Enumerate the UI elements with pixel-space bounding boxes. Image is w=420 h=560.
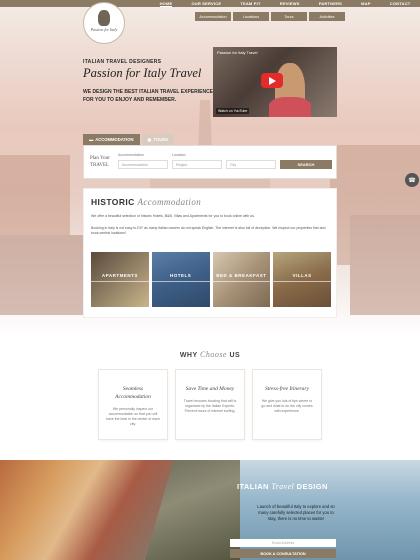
tile-divider: [151, 281, 210, 282]
nav-reviews[interactable]: REVIEWS: [280, 1, 300, 6]
logo-text: Passion for Italy: [90, 27, 118, 32]
hero-description: WE DESIGN THE BEST ITALIAN TRAVEL EXPERI…: [83, 89, 214, 103]
subnav-tours[interactable]: Tours: [271, 12, 307, 21]
feature-title: Seamless Accommodation: [115, 386, 151, 400]
email-input[interactable]: Email Address: [230, 539, 336, 547]
nav-team-pit[interactable]: TEAM PIT: [240, 1, 260, 6]
search-tabs: ▬ ACCOMMODATION ▣ TOURS: [83, 134, 175, 145]
tab-tours[interactable]: ▣ TOURS: [141, 134, 175, 145]
tile-apartments[interactable]: APARTMENTS: [91, 252, 149, 307]
historic-paragraph-1: We offer a beautiful selection of histor…: [91, 214, 255, 218]
subnav-locations[interactable]: Locations: [233, 12, 269, 21]
tile-villas-label: VILLAS: [292, 273, 312, 278]
historic-paragraph-2: Booking in Italy is not easy to DIY as m…: [91, 226, 326, 235]
book-consultation-button[interactable]: BOOK A CONSULTATION: [230, 549, 336, 558]
tile-hotels-label: HOTELS: [169, 273, 192, 278]
historic-title-script: Accommodation: [137, 197, 202, 207]
why-script: Choose: [199, 350, 227, 359]
tile-bnb-label: BED & BREAKFAST: [216, 273, 267, 278]
feature-desc: We personally inspect our accommodation …: [106, 407, 160, 426]
plan-your-travel: Plan Your TRAVEL: [90, 155, 110, 169]
tab-accommodation[interactable]: ▬ ACCOMMODATION: [83, 134, 140, 145]
nav-contact[interactable]: CONTACT: [390, 1, 411, 6]
tile-bed-and-breakfast[interactable]: BED & BREAKFAST: [212, 252, 271, 307]
travel-design-section: ITALIAN Travel DESIGN Launch of beautifu…: [0, 460, 420, 560]
historic-title-text: HISTORIC: [91, 197, 135, 207]
city-select[interactable]: City: [226, 160, 276, 169]
tile-villas[interactable]: VILLAS: [273, 252, 331, 307]
nav-partners[interactable]: PARTNERS: [319, 1, 342, 6]
top-nav: HOME OUR SERVICE TEAM PIT REVIEWS PARTNE…: [150, 0, 420, 7]
nav-our-service[interactable]: OUR SERVICE: [192, 1, 222, 6]
sub-nav: Accommodation Locations Tours Activities: [195, 12, 345, 21]
chat-icon[interactable]: ☎: [405, 173, 419, 187]
feature-card-save-time: Save Time and Money Travel ensures booki…: [175, 369, 245, 440]
subnav-activities[interactable]: Activities: [309, 12, 345, 21]
tab-accommodation-label: ACCOMMODATION: [95, 137, 134, 142]
nav-home[interactable]: HOME: [159, 1, 173, 7]
travel-design-post: DESIGN: [296, 482, 328, 491]
nav-map[interactable]: MAP: [361, 1, 371, 6]
video-title: Passion for Italy Travel: [217, 50, 258, 55]
travel-design-script: Travel: [271, 482, 295, 491]
travel-design-description: Launch of beautiful Italy to explore and…: [257, 504, 335, 521]
video-embed[interactable]: Passion for Italy Travel Watch on YouTub…: [213, 47, 337, 117]
feature-title: Stress-free Itinerary: [264, 386, 310, 392]
video-person-shirt: [269, 97, 311, 117]
tile-divider: [212, 281, 271, 282]
hero-kicker: ITALIAN TRAVEL DESIGNERS: [83, 59, 162, 65]
hero-title: Passion for Italy Travel: [83, 66, 202, 80]
accommodation-tiles: APARTMENTS HOTELS BED & BREAKFAST VILLAS: [91, 252, 331, 307]
bed-icon: ▬: [89, 137, 94, 142]
play-icon[interactable]: [261, 73, 283, 88]
tile-divider: [91, 281, 149, 282]
region-select[interactable]: Region: [172, 160, 222, 169]
tile-divider: [273, 281, 331, 282]
search-panel: Plan Your TRAVEL Accommodation Location …: [83, 145, 337, 179]
tile-hotels[interactable]: HOTELS: [151, 252, 210, 307]
feature-title: Save Time and Money: [185, 386, 235, 392]
site-logo[interactable]: Passion for Italy: [83, 2, 125, 44]
historic-accommodation-card: HISTORIC Accommodation We offer a beauti…: [83, 188, 337, 318]
subnav-accommodation[interactable]: Accommodation: [195, 12, 231, 21]
accommodation-label: Accommodation: [118, 153, 144, 157]
vase-icon: [98, 10, 110, 26]
feature-card-stress-free: Stress-free Itinerary We give you lots o…: [252, 369, 322, 440]
tab-tours-label: TOURS: [153, 137, 169, 142]
historic-title: HISTORIC Accommodation: [91, 197, 201, 207]
travel-design-pre: ITALIAN: [237, 482, 269, 491]
why-pre: WHY: [179, 352, 198, 359]
travel-design-title: ITALIAN Travel DESIGN: [237, 482, 328, 491]
feature-desc: Travel ensures booking that will is orga…: [183, 399, 237, 413]
tours-icon: ▣: [147, 137, 152, 142]
tile-apartments-label: APARTMENTS: [101, 273, 138, 278]
why-post: US: [229, 352, 241, 359]
feature-desc: We give you lots of tips where to go and…: [261, 399, 313, 413]
location-label: Location: [172, 153, 186, 157]
accommodation-select[interactable]: Accommodation: [118, 160, 168, 169]
search-button[interactable]: SEARCH: [280, 160, 332, 169]
feature-card-seamless: Seamless Accommodation We personally ins…: [98, 369, 168, 440]
why-choose-us-heading: WHY Choose US: [0, 350, 420, 359]
plan-label: Plan Your: [90, 156, 110, 161]
watch-on-youtube[interactable]: Watch on YouTube: [216, 108, 250, 114]
travel-label: TRAVEL: [90, 163, 110, 168]
